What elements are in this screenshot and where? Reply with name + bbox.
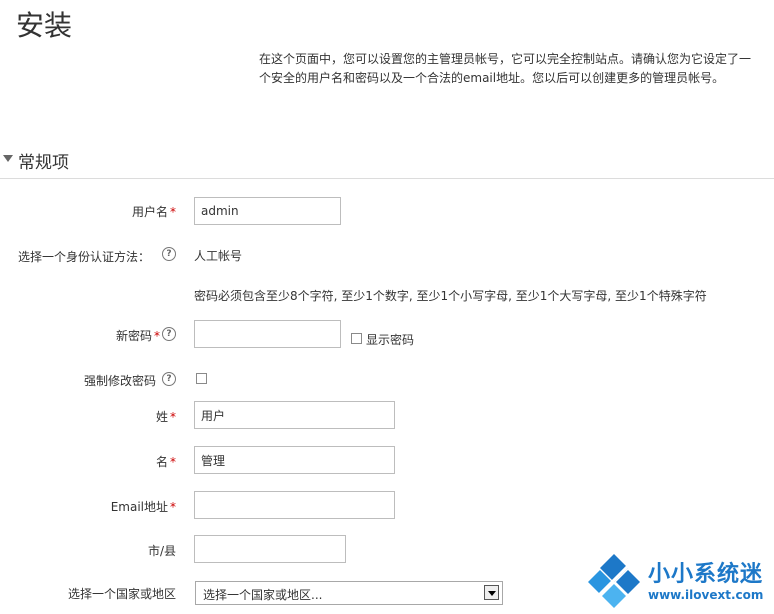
new-password-input[interactable] [194,320,341,348]
username-input[interactable] [194,197,341,225]
lastname-input[interactable] [194,401,395,429]
email-input[interactable] [194,491,395,519]
help-icon[interactable]: ? [162,247,176,261]
username-label-text: 用户名 [131,205,168,219]
required-icon: * [170,410,176,424]
country-select-value: 选择一个国家或地区... [203,588,323,602]
show-password-checkbox[interactable] [351,333,362,344]
section-general-header[interactable]: 常规项 [0,146,774,179]
auth-method-label: 选择一个身份认证方法： [18,250,151,264]
intro-text: 在这个页面中，您可以设置您的主管理员帐号，它可以完全控制站点。请确认您为它设定了… [259,52,752,85]
required-icon: * [154,329,160,343]
required-icon: * [170,205,176,219]
page-title: 安装 [16,9,73,42]
firstname-label: 名 * [60,453,176,470]
show-password-label: 显示密码 [366,333,415,347]
country-select[interactable]: 选择一个国家或地区... [195,581,503,605]
firstname-label-text: 名 [155,455,168,469]
help-icon[interactable]: ? [162,372,176,386]
firstname-input[interactable] [194,446,395,474]
required-icon: * [170,455,176,469]
dropdown-arrow-icon[interactable] [484,585,499,600]
lastname-label: 姓 * [60,408,176,425]
watermark-logo: 小小系统迷 www.ilovext.com [584,549,774,611]
lastname-label-text: 姓 [155,410,168,424]
section-title: 常规项 [18,153,69,173]
watermark-name: 小小系统迷 [648,562,764,587]
new-password-label-text: 新密码 [115,329,152,343]
new-password-label: 新密码 * [60,327,160,344]
watermark-url: www.ilovext.com [648,588,764,602]
username-label: 用户名 * [60,203,176,220]
email-label-text: Email地址 [110,500,168,514]
collapse-triangle-icon[interactable] [3,155,13,162]
city-label: 市/县 [147,544,176,558]
email-label: Email地址 * [60,498,176,515]
required-icon: * [170,500,176,514]
city-input[interactable] [194,535,346,563]
country-label: 选择一个国家或地区 [67,587,176,601]
force-change-label: 强制修改密码 [83,374,156,388]
auth-method-value: 人工帐号 [194,249,243,263]
force-change-checkbox[interactable] [196,373,207,384]
diamond-logo-icon [588,554,640,608]
password-rules-text: 密码必须包含至少8个字符, 至少1个数字, 至少1个小写字母, 至少1个大写字母… [194,289,707,303]
help-icon[interactable]: ? [162,327,176,341]
